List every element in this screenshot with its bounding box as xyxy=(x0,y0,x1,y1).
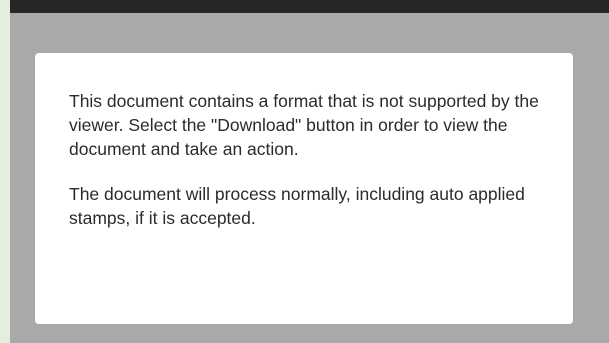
document-viewer: This document contains a format that is … xyxy=(10,0,609,343)
processing-note: The document will process normally, incl… xyxy=(69,184,525,228)
viewer-toolbar xyxy=(10,0,609,13)
unsupported-format-message: This document contains a format that is … xyxy=(69,91,539,159)
unsupported-format-message-card: This document contains a format that is … xyxy=(35,53,573,324)
